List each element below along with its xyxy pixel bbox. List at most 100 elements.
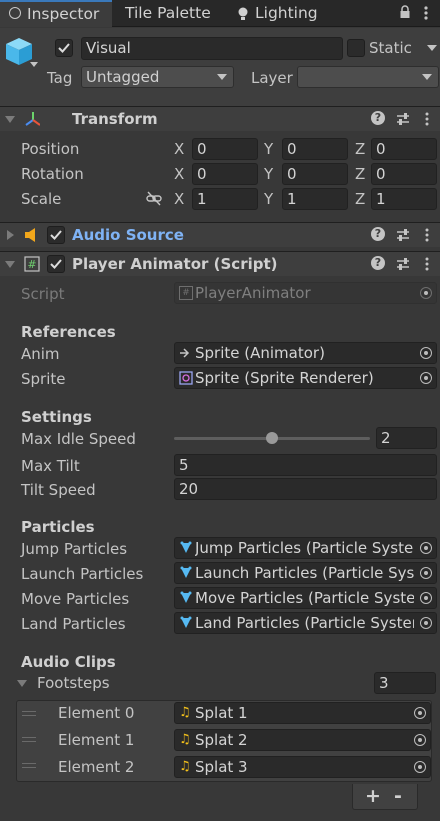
presets-icon[interactable] (396, 228, 410, 242)
help-icon[interactable]: ? (371, 256, 385, 270)
presets-icon[interactable] (396, 257, 410, 271)
player-animator-component-header[interactable]: # Player Animator (Script) ? (0, 251, 440, 276)
object-picker-icon (414, 761, 426, 773)
audio-source-enabled-checkbox[interactable] (47, 226, 65, 244)
object-picker-icon (420, 567, 432, 579)
scale-x-axis-label[interactable]: X (174, 190, 184, 208)
references-header: References (21, 323, 116, 341)
drag-handle-icon[interactable] (22, 737, 36, 742)
audio-clips-header: Audio Clips (21, 653, 116, 671)
scale-y-axis-label[interactable]: Y (264, 190, 273, 208)
transform-title: Transform (72, 110, 158, 128)
drag-handle-icon[interactable] (22, 711, 36, 716)
foldout-arrow-icon[interactable] (7, 230, 14, 240)
chevron-down-icon (422, 74, 432, 80)
player-animator-title: Player Animator (Script) (72, 255, 278, 273)
object-picker-button[interactable] (416, 588, 436, 608)
foldout-arrow-icon[interactable] (5, 261, 15, 268)
chevron-down-icon (217, 74, 227, 80)
constrain-proportions-link-icon[interactable] (146, 191, 162, 207)
max-idle-speed-slider-thumb[interactable] (266, 432, 278, 444)
max-tilt-field[interactable]: 5 (174, 454, 437, 476)
window-menu-icon[interactable] (424, 5, 428, 21)
element-label: Element 1 (58, 731, 135, 749)
element-object-field[interactable]: ♫ Splat 2 (174, 729, 431, 751)
transform-icon (25, 112, 40, 126)
tag-dropdown[interactable]: Untagged (81, 66, 234, 88)
tab-lighting[interactable]: Lighting (237, 0, 327, 27)
rotation-z-field[interactable]: 0 (371, 163, 437, 185)
rotation-y-axis-label[interactable]: Y (264, 165, 273, 183)
static-dropdown-caret[interactable] (427, 45, 437, 51)
position-x-field[interactable]: 0 (192, 138, 258, 160)
scale-x-field[interactable]: 1 (192, 188, 258, 210)
footsteps-label[interactable]: Footsteps (37, 674, 110, 692)
particle-system-icon (180, 591, 192, 603)
object-picker-button[interactable] (416, 538, 436, 558)
object-picker-button[interactable] (416, 613, 436, 633)
object-picker-button[interactable] (410, 703, 430, 723)
scale-z-axis-label[interactable]: Z (355, 190, 365, 208)
rotation-x-field[interactable]: 0 (192, 163, 258, 185)
move-particles-value: Move Particles (Particle Systen (195, 589, 414, 607)
layer-dropdown[interactable] (297, 66, 439, 88)
land-particles-object-field[interactable]: Land Particles (Particle System (174, 612, 437, 634)
tab-tile-palette[interactable]: Tile Palette (125, 0, 211, 27)
script-icon: # (24, 256, 40, 272)
audio-source-component-header[interactable]: Audio Source ? (0, 222, 440, 247)
gameobject-name-field[interactable]: Visual (81, 37, 343, 60)
static-checkbox[interactable] (347, 39, 365, 57)
audio-clip-icon: ♫ (179, 732, 191, 747)
scale-z-field[interactable]: 1 (371, 188, 437, 210)
object-picker-button[interactable] (410, 730, 430, 750)
position-z-axis-label[interactable]: Z (355, 140, 365, 158)
footsteps-array-size-field[interactable]: 3 (374, 672, 436, 694)
footsteps-foldout-arrow-icon[interactable] (17, 680, 27, 687)
player-animator-enabled-checkbox[interactable] (47, 255, 65, 273)
add-element-button[interactable]: + (365, 785, 381, 807)
rotation-z-axis-label[interactable]: Z (355, 165, 365, 183)
remove-element-button[interactable]: - (394, 785, 402, 807)
scale-y-field[interactable]: 1 (282, 188, 348, 210)
anim-object-field[interactable]: Sprite (Animator) (174, 342, 437, 364)
jump-particles-object-field[interactable]: Jump Particles (Particle Systen (174, 537, 437, 559)
footsteps-list: Element 0 ♫ Splat 1 Element 1 ♫ Splat 2 … (16, 700, 432, 782)
object-picker-button[interactable] (416, 343, 436, 363)
drag-handle-icon[interactable] (22, 763, 36, 768)
tilt-speed-field[interactable]: 20 (174, 478, 437, 500)
lock-icon[interactable] (399, 5, 411, 19)
rotation-label: Rotation (21, 165, 84, 183)
position-x-axis-label[interactable]: X (174, 140, 184, 158)
position-y-axis-label[interactable]: Y (264, 140, 273, 158)
land-particles-value: Land Particles (Particle System (195, 614, 414, 632)
help-icon[interactable]: ? (371, 111, 385, 125)
sprite-object-field[interactable]: Sprite (Sprite Renderer) (174, 367, 437, 389)
object-picker-button[interactable] (416, 563, 436, 583)
transform-component-header[interactable]: Transform ? (0, 106, 440, 131)
tab-inspector[interactable]: Inspector (0, 0, 112, 27)
gameobject-active-checkbox[interactable] (55, 39, 73, 57)
layer-label: Layer (251, 69, 293, 87)
anim-value: Sprite (Animator) (195, 344, 325, 362)
rotation-x-axis-label[interactable]: X (174, 165, 184, 183)
component-menu-icon[interactable] (425, 112, 429, 128)
object-picker-button[interactable] (410, 757, 430, 777)
element-object-field[interactable]: ♫ Splat 3 (174, 756, 431, 778)
object-picker-button[interactable] (416, 368, 436, 388)
land-particles-label: Land Particles (21, 615, 126, 633)
rotation-y-field[interactable]: 0 (282, 163, 348, 185)
presets-icon[interactable] (396, 112, 410, 126)
help-icon[interactable]: ? (371, 227, 385, 241)
component-menu-icon[interactable] (425, 228, 429, 244)
move-particles-object-field[interactable]: Move Particles (Particle Systen (174, 587, 437, 609)
launch-particles-object-field[interactable]: Launch Particles (Particle Syste (174, 562, 437, 584)
object-picker-icon (420, 592, 432, 604)
element-object-field[interactable]: ♫ Splat 1 (174, 702, 431, 724)
component-menu-icon[interactable] (425, 257, 429, 273)
position-y-field[interactable]: 0 (282, 138, 348, 160)
icon-dropdown-caret[interactable] (30, 62, 38, 67)
position-z-field[interactable]: 0 (371, 138, 437, 160)
max-idle-speed-field[interactable]: 2 (376, 427, 437, 449)
foldout-arrow-icon[interactable] (5, 116, 15, 123)
object-picker-icon (420, 287, 432, 299)
